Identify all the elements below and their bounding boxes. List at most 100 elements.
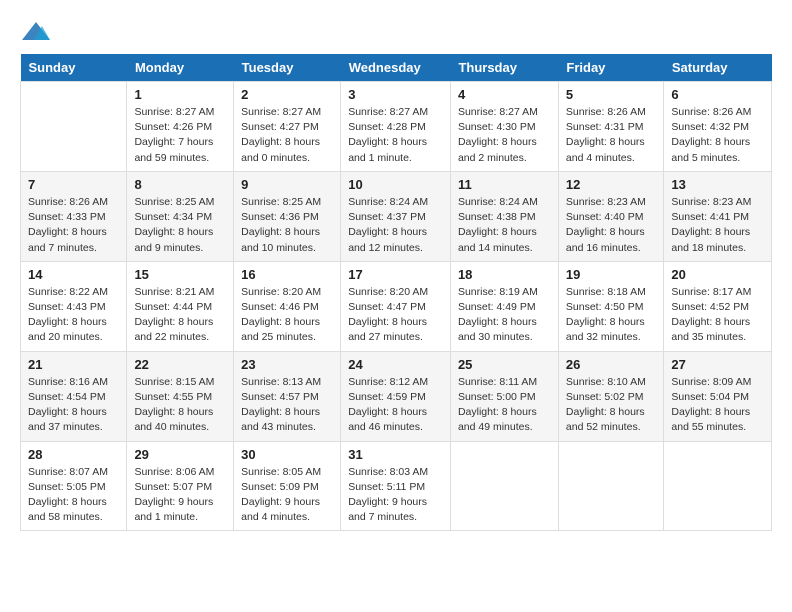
day-number: 2 (241, 87, 333, 102)
day-info: Sunrise: 8:22 AMSunset: 4:43 PMDaylight:… (28, 285, 119, 346)
calendar-day-cell (558, 441, 664, 531)
day-number: 26 (566, 357, 657, 372)
day-info: Sunrise: 8:24 AMSunset: 4:38 PMDaylight:… (458, 195, 551, 256)
day-number: 28 (28, 447, 119, 462)
day-info: Sunrise: 8:15 AMSunset: 4:55 PMDaylight:… (134, 375, 226, 436)
day-number: 27 (671, 357, 764, 372)
calendar-day-cell: 2 Sunrise: 8:27 AMSunset: 4:27 PMDaylight… (234, 82, 341, 172)
day-info: Sunrise: 8:23 AMSunset: 4:41 PMDaylight:… (671, 195, 764, 256)
calendar-day-header: Monday (127, 54, 234, 82)
day-info: Sunrise: 8:27 AMSunset: 4:27 PMDaylight:… (241, 105, 333, 166)
day-number: 7 (28, 177, 119, 192)
calendar-day-cell: 16 Sunrise: 8:20 AMSunset: 4:46 PMDayligh… (234, 261, 341, 351)
day-number: 4 (458, 87, 551, 102)
calendar-day-header: Tuesday (234, 54, 341, 82)
calendar-day-cell (21, 82, 127, 172)
day-info: Sunrise: 8:19 AMSunset: 4:49 PMDaylight:… (458, 285, 551, 346)
calendar-day-cell: 4Sunrise: 8:27 AMSunset: 4:30 PMDaylight… (450, 82, 558, 172)
calendar-day-cell: 11 Sunrise: 8:24 AMSunset: 4:38 PMDayligh… (450, 171, 558, 261)
day-info: Sunrise: 8:20 AMSunset: 4:46 PMDaylight:… (241, 285, 333, 346)
calendar-day-cell: 6Sunrise: 8:26 AMSunset: 4:32 PMDaylight… (664, 82, 772, 172)
calendar-day-cell: 7Sunrise: 8:26 AMSunset: 4:33 PMDaylight… (21, 171, 127, 261)
calendar-day-cell: 24 Sunrise: 8:12 AMSunset: 4:59 PMDayligh… (341, 351, 451, 441)
calendar-day-cell: 18 Sunrise: 8:19 AMSunset: 4:49 PMDayligh… (450, 261, 558, 351)
calendar-day-cell: 3 Sunrise: 8:27 AMSunset: 4:28 PMDaylight… (341, 82, 451, 172)
day-info: Sunrise: 8:16 AMSunset: 4:54 PMDaylight:… (28, 375, 119, 436)
day-number: 14 (28, 267, 119, 282)
day-info: Sunrise: 8:17 AMSunset: 4:52 PMDaylight:… (671, 285, 764, 346)
calendar-day-cell: 29Sunrise: 8:06 AMSunset: 5:07 PMDayligh… (127, 441, 234, 531)
day-number: 16 (241, 267, 333, 282)
calendar-day-cell: 9 Sunrise: 8:25 AMSunset: 4:36 PMDaylight… (234, 171, 341, 261)
day-number: 17 (348, 267, 443, 282)
day-number: 11 (458, 177, 551, 192)
day-number: 24 (348, 357, 443, 372)
day-number: 21 (28, 357, 119, 372)
calendar-day-cell: 10Sunrise: 8:24 AMSunset: 4:37 PMDayligh… (341, 171, 451, 261)
day-info: Sunrise: 8:25 AMSunset: 4:34 PMDaylight:… (134, 195, 226, 256)
calendar-day-header: Sunday (21, 54, 127, 82)
day-number: 25 (458, 357, 551, 372)
day-info: Sunrise: 8:26 AMSunset: 4:31 PMDaylight:… (566, 105, 657, 166)
calendar-week-row: 1 Sunrise: 8:27 AMSunset: 4:26 PMDaylight… (21, 82, 772, 172)
day-number: 22 (134, 357, 226, 372)
calendar-day-cell: 13 Sunrise: 8:23 AMSunset: 4:41 PMDayligh… (664, 171, 772, 261)
day-number: 30 (241, 447, 333, 462)
day-number: 9 (241, 177, 333, 192)
day-number: 5 (566, 87, 657, 102)
calendar-day-cell: 8Sunrise: 8:25 AMSunset: 4:34 PMDaylight… (127, 171, 234, 261)
day-number: 23 (241, 357, 333, 372)
day-number: 31 (348, 447, 443, 462)
day-info: Sunrise: 8:03 AMSunset: 5:11 PMDaylight:… (348, 465, 443, 526)
day-info: Sunrise: 8:27 AMSunset: 4:26 PMDaylight:… (134, 105, 226, 166)
calendar-day-cell: 12 Sunrise: 8:23 AMSunset: 4:40 PMDayligh… (558, 171, 664, 261)
day-number: 19 (566, 267, 657, 282)
day-info: Sunrise: 8:12 AMSunset: 4:59 PMDaylight:… (348, 375, 443, 436)
day-info: Sunrise: 8:10 AMSunset: 5:02 PMDaylight:… (566, 375, 657, 436)
calendar-day-cell (664, 441, 772, 531)
calendar-body: 1 Sunrise: 8:27 AMSunset: 4:26 PMDaylight… (21, 82, 772, 531)
calendar-day-cell: 27Sunrise: 8:09 AMSunset: 5:04 PMDayligh… (664, 351, 772, 441)
calendar-day-cell: 31 Sunrise: 8:03 AMSunset: 5:11 PMDayligh… (341, 441, 451, 531)
calendar-day-header: Wednesday (341, 54, 451, 82)
day-info: Sunrise: 8:18 AMSunset: 4:50 PMDaylight:… (566, 285, 657, 346)
calendar-day-header: Friday (558, 54, 664, 82)
calendar-day-cell: 21 Sunrise: 8:16 AMSunset: 4:54 PMDayligh… (21, 351, 127, 441)
day-info: Sunrise: 8:24 AMSunset: 4:37 PMDaylight:… (348, 195, 443, 256)
day-info: Sunrise: 8:07 AMSunset: 5:05 PMDaylight:… (28, 465, 119, 526)
day-info: Sunrise: 8:27 AMSunset: 4:28 PMDaylight:… (348, 105, 443, 166)
calendar-day-header: Thursday (450, 54, 558, 82)
day-info: Sunrise: 8:25 AMSunset: 4:36 PMDaylight:… (241, 195, 333, 256)
calendar-week-row: 28 Sunrise: 8:07 AMSunset: 5:05 PMDayligh… (21, 441, 772, 531)
day-info: Sunrise: 8:23 AMSunset: 4:40 PMDaylight:… (566, 195, 657, 256)
day-number: 12 (566, 177, 657, 192)
day-info: Sunrise: 8:13 AMSunset: 4:57 PMDaylight:… (241, 375, 333, 436)
day-number: 29 (134, 447, 226, 462)
calendar-day-cell: 1 Sunrise: 8:27 AMSunset: 4:26 PMDaylight… (127, 82, 234, 172)
calendar-week-row: 7Sunrise: 8:26 AMSunset: 4:33 PMDaylight… (21, 171, 772, 261)
calendar-day-cell: 20Sunrise: 8:17 AMSunset: 4:52 PMDayligh… (664, 261, 772, 351)
calendar-day-cell: 17Sunrise: 8:20 AMSunset: 4:47 PMDayligh… (341, 261, 451, 351)
calendar-day-cell (450, 441, 558, 531)
day-number: 3 (348, 87, 443, 102)
calendar-header-row: SundayMondayTuesdayWednesdayThursdayFrid… (21, 54, 772, 82)
calendar-day-cell: 15 Sunrise: 8:21 AMSunset: 4:44 PMDayligh… (127, 261, 234, 351)
calendar-day-cell: 5 Sunrise: 8:26 AMSunset: 4:31 PMDaylight… (558, 82, 664, 172)
calendar-day-cell: 23 Sunrise: 8:13 AMSunset: 4:57 PMDayligh… (234, 351, 341, 441)
logo-icon (22, 20, 50, 42)
calendar-day-cell: 25Sunrise: 8:11 AMSunset: 5:00 PMDayligh… (450, 351, 558, 441)
day-info: Sunrise: 8:05 AMSunset: 5:09 PMDaylight:… (241, 465, 333, 526)
day-number: 18 (458, 267, 551, 282)
calendar-table: SundayMondayTuesdayWednesdayThursdayFrid… (20, 54, 772, 531)
day-number: 13 (671, 177, 764, 192)
calendar-day-cell: 30 Sunrise: 8:05 AMSunset: 5:09 PMDayligh… (234, 441, 341, 531)
calendar-week-row: 21 Sunrise: 8:16 AMSunset: 4:54 PMDayligh… (21, 351, 772, 441)
calendar-day-cell: 14 Sunrise: 8:22 AMSunset: 4:43 PMDayligh… (21, 261, 127, 351)
calendar-day-cell: 19 Sunrise: 8:18 AMSunset: 4:50 PMDayligh… (558, 261, 664, 351)
day-number: 15 (134, 267, 226, 282)
calendar-day-cell: 28 Sunrise: 8:07 AMSunset: 5:05 PMDayligh… (21, 441, 127, 531)
day-info: Sunrise: 8:26 AMSunset: 4:32 PMDaylight:… (671, 105, 764, 166)
day-number: 1 (134, 87, 226, 102)
day-info: Sunrise: 8:21 AMSunset: 4:44 PMDaylight:… (134, 285, 226, 346)
page-header (20, 20, 772, 38)
